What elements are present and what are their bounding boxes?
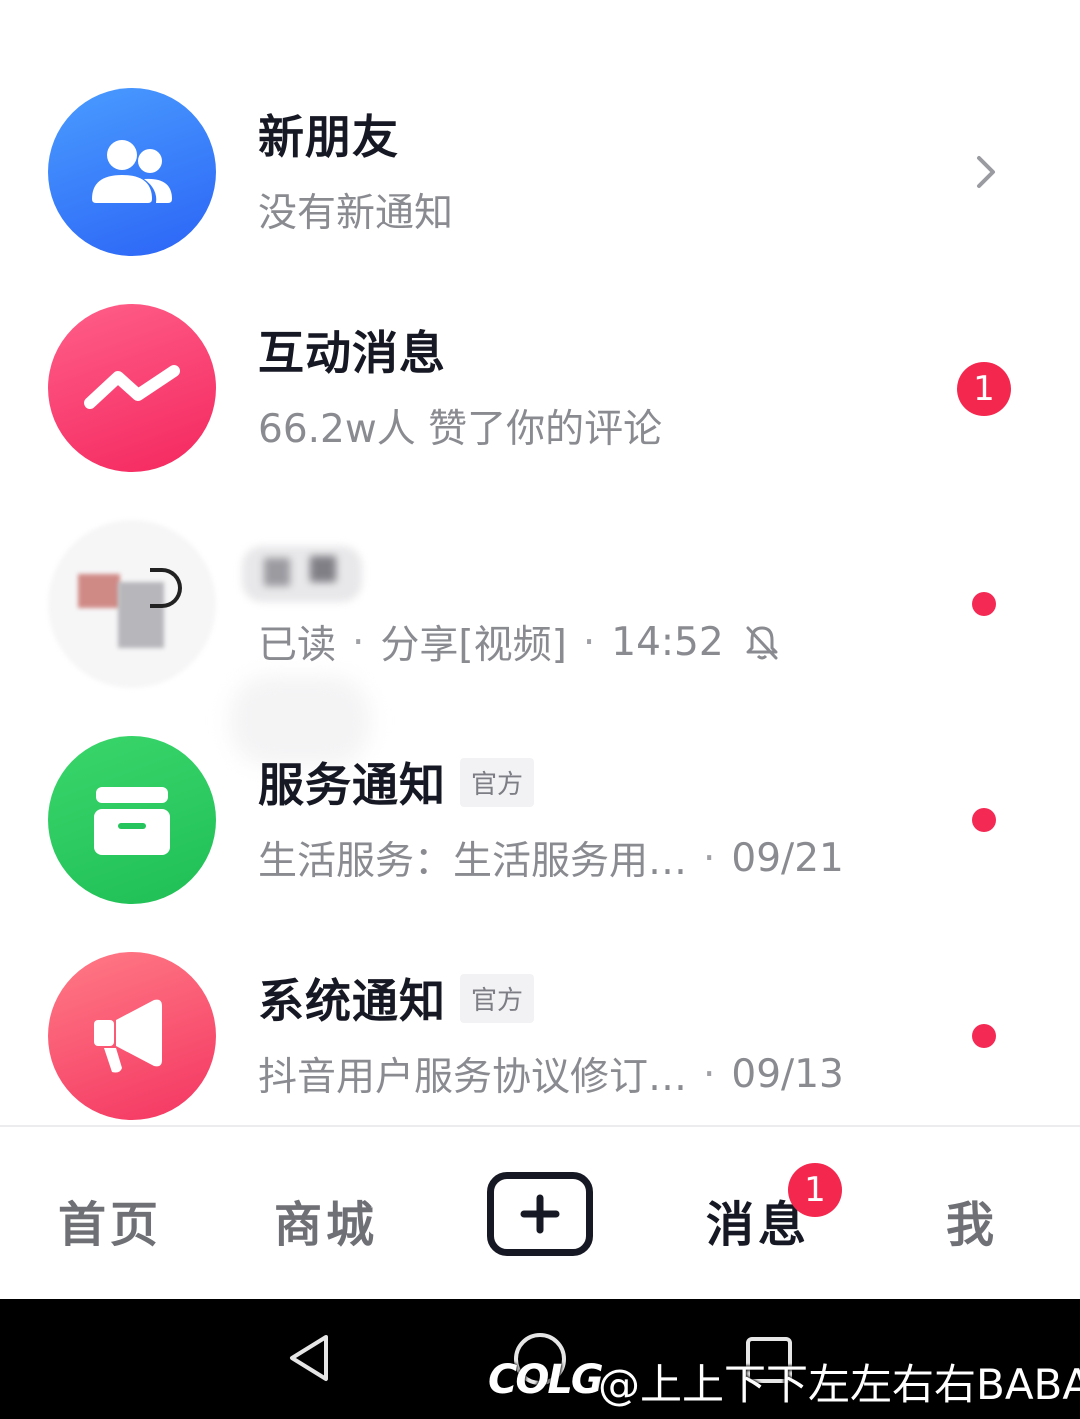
item-title: 互动消息 [258,326,446,380]
separator-dot: · [582,619,596,665]
create-button[interactable] [487,1172,593,1256]
bottom-tab-bar: 首页 商城 消息 1 我 [0,1125,1080,1299]
list-item-new-friends[interactable]: 新朋友 没有新通知 [0,64,1080,280]
separator-dot: · [352,619,365,665]
zigzag-icon [84,365,180,409]
read-status: 已读 [258,623,337,668]
bell-off-icon [746,626,778,660]
tab-mall[interactable]: 商城 [274,1185,378,1255]
chevron-right-icon [977,156,995,188]
watermark-text: @上上下下左左右右BABA [598,1360,1080,1409]
unread-dot [972,1024,996,1048]
people-icon [92,140,172,203]
list-item-interactions[interactable]: 互动消息 66.2w人 赞了你的评论 1 [0,280,1080,496]
official-tag: 官方 [460,973,535,1023]
message-time: 14:52 [611,619,724,665]
item-subtitle: 没有新通知 [258,191,454,236]
message-date: 09/13 [731,1051,844,1097]
message-list: 新朋友 没有新通知 互动消息 66.2w人 赞了你的评论 1 已读 · 分享[视… [0,0,1080,1125]
message-date: 09/21 [731,835,844,881]
interactions-avatar [48,304,216,472]
system-avatar [48,952,216,1120]
megaphone-icon [94,999,162,1073]
unread-dot [972,808,996,832]
watermark-logo: COLG [488,1357,604,1403]
item-title: 服务通知 [258,758,446,812]
unread-count-badge: 1 [957,362,1011,416]
plus-icon [520,1194,560,1234]
item-subtitle: 生活服务：生活服务用… [258,839,688,884]
list-item-chat[interactable]: 已读 · 分享[视频] · 14:52 [0,496,1080,766]
inbox-icon [94,787,170,855]
new-friends-avatar [48,88,216,256]
last-message: 分享[视频] [380,623,567,668]
item-subtitle: 66.2w人 赞了你的评论 [258,407,663,452]
tab-me[interactable]: 我 [946,1185,998,1255]
tab-home[interactable]: 首页 [58,1185,162,1255]
separator-dot: · [703,1051,716,1097]
blurred-avatar-detail [78,574,120,608]
messages-badge: 1 [788,1163,842,1217]
item-title: 系统通知 [258,974,446,1028]
list-item-service-notifications[interactable]: 服务通知 官方 生活服务：生活服务用… · 09/21 [0,712,1080,928]
list-item-system-notifications[interactable]: 系统通知 官方 抖音用户服务协议修订… · 09/13 [0,928,1080,1144]
service-avatar [48,736,216,904]
back-icon[interactable] [286,1331,332,1385]
separator-dot: · [703,835,716,881]
official-tag: 官方 [460,757,535,807]
item-title: 新朋友 [258,110,399,164]
item-subtitle: 抖音用户服务协议修订… [258,1055,688,1100]
unread-dot [972,592,996,616]
system-nav-bar: COLG @上上下下左左右右BABA [0,1299,1080,1419]
blurred-username [242,546,362,602]
